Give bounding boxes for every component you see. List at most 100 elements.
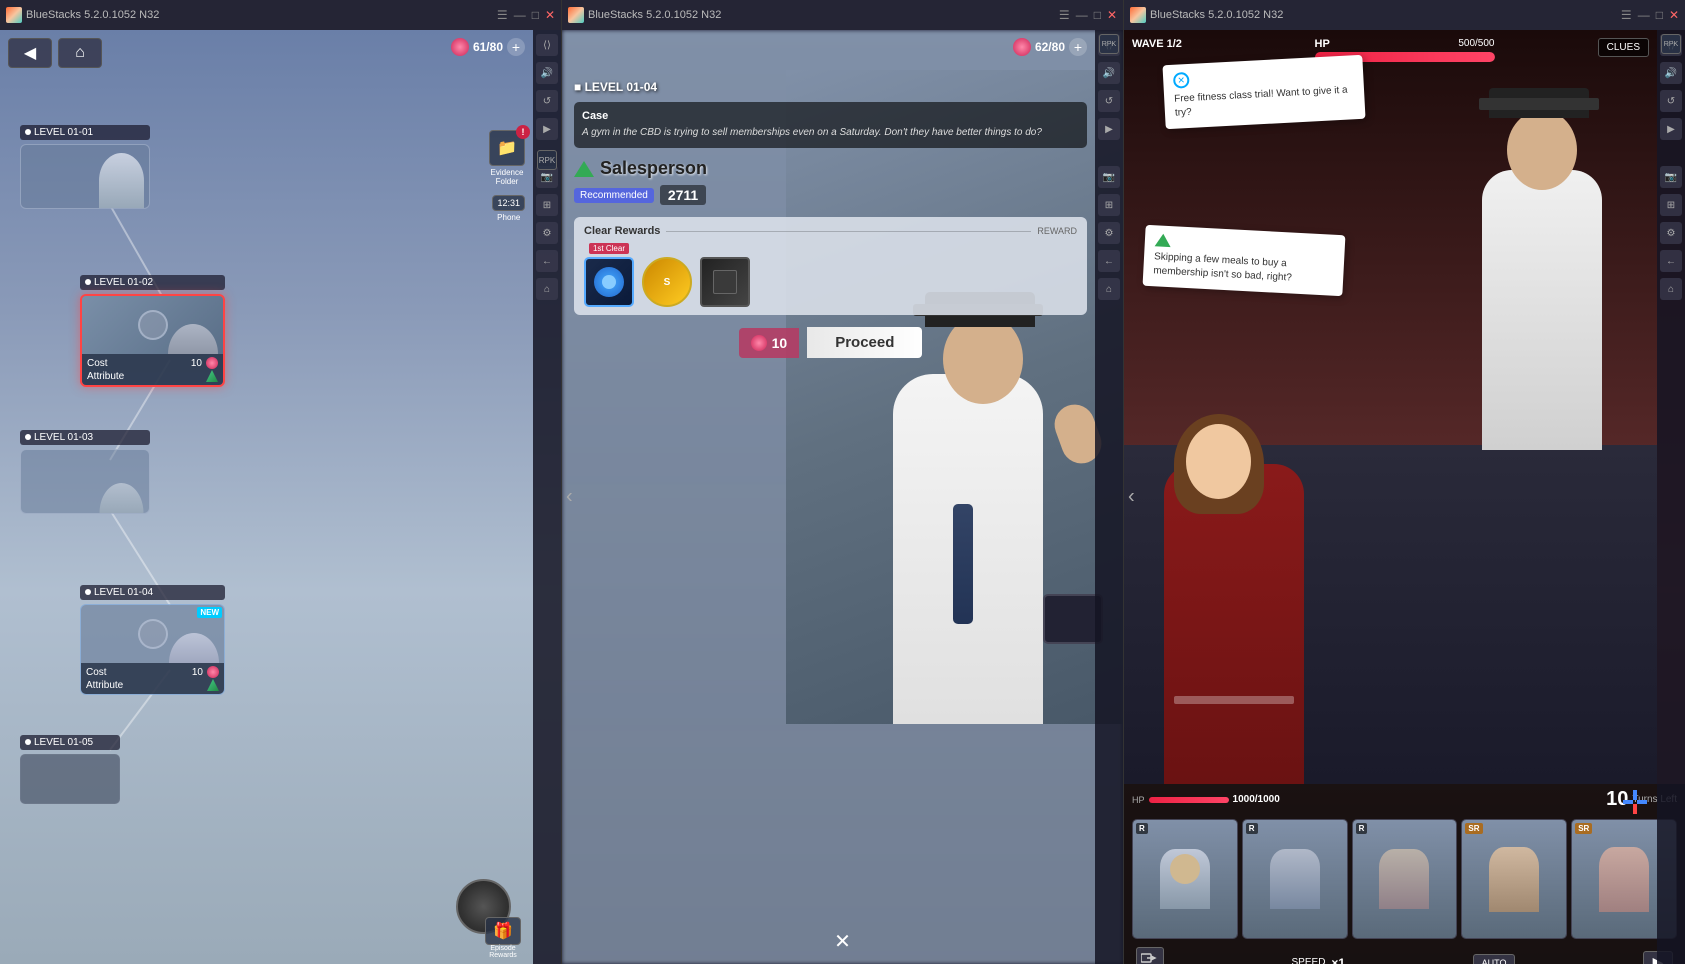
- side-tool-arrows[interactable]: ⟨⟩: [536, 34, 558, 56]
- phone-button[interactable]: 12:31 Phone: [492, 195, 525, 222]
- battle-card-2[interactable]: R: [1242, 819, 1348, 939]
- panel3-minimize-icon[interactable]: —: [1638, 8, 1650, 22]
- speech-bubble-1: ✕ Free fitness class trial! Want to give…: [1162, 55, 1365, 129]
- rewards-items-row: 1st Clear S: [584, 243, 1077, 307]
- char-name: Salesperson: [600, 158, 707, 179]
- proceed-row: 10 Proceed: [574, 327, 1087, 358]
- panel3-maximize-icon[interactable]: □: [1656, 8, 1663, 22]
- panel2-detail-card: ■ LEVEL 01-04 Case A gym in the CBD is t…: [574, 80, 1087, 358]
- panel2-maximize-icon[interactable]: □: [1094, 8, 1101, 22]
- p3-tool-home[interactable]: ⌂: [1660, 278, 1682, 300]
- panel3-menu-icon[interactable]: ☰: [1621, 8, 1632, 22]
- battle-card-4[interactable]: SR: [1461, 819, 1567, 939]
- speed-value: ×1: [1331, 956, 1345, 964]
- level-01-01-node[interactable]: LEVEL 01-01: [20, 125, 150, 209]
- exit-button[interactable]: EXIT: [1136, 947, 1164, 964]
- episode-rewards-icon: 🎁: [485, 917, 521, 945]
- panel2-viewport: 62/80 +: [562, 30, 1123, 964]
- episode-rewards-button[interactable]: 🎁 EpisodeRewards: [485, 917, 521, 959]
- p2-tool-home[interactable]: ⌂: [1098, 278, 1120, 300]
- evidence-folder-button[interactable]: ! 📁 Evidence Folder: [489, 130, 525, 186]
- panel1-minimize-icon[interactable]: —: [514, 8, 526, 22]
- folder-label: Evidence Folder: [491, 168, 524, 186]
- panel1-close-icon[interactable]: ✕: [545, 8, 555, 22]
- close-button[interactable]: ✕: [834, 929, 851, 954]
- clues-panel: CLUES: [1598, 38, 1649, 57]
- p3-tool-sound[interactable]: 🔊: [1660, 62, 1682, 84]
- p2-tool-settings[interactable]: ⚙: [1098, 222, 1120, 244]
- battle-scene: ✕ Free fitness class trial! Want to give…: [1124, 30, 1657, 784]
- side-tool-sound[interactable]: 🔊: [536, 62, 558, 84]
- back-button[interactable]: ◀: [8, 38, 52, 68]
- proceed-cost-icon: [751, 335, 767, 351]
- gold-coin-item: S: [642, 257, 692, 307]
- card5-rank: SR: [1575, 823, 1592, 834]
- level-01-03-node[interactable]: LEVEL 01-03: [20, 430, 150, 514]
- p2-tool-play[interactable]: ▶: [1098, 118, 1120, 140]
- side-tool-play[interactable]: ▶: [536, 118, 558, 140]
- p2-tool-rpm[interactable]: RPK: [1099, 34, 1119, 54]
- p3-tool-settings[interactable]: ⚙: [1660, 222, 1682, 244]
- case-text: A gym in the CBD is trying to sell membe…: [582, 126, 1079, 140]
- side-tool-settings[interactable]: ⚙: [536, 222, 558, 244]
- level-01-05-node[interactable]: LEVEL 01-05: [20, 735, 120, 804]
- p2-tool-layers[interactable]: ⊞: [1098, 194, 1120, 216]
- energy-plus-button[interactable]: +: [507, 38, 525, 56]
- panel2-nav-left[interactable]: ‹: [566, 486, 573, 509]
- side-tool-rpm[interactable]: RPK: [537, 150, 557, 170]
- p3-tool-back[interactable]: ←: [1660, 250, 1682, 272]
- proceed-button[interactable]: Proceed: [807, 327, 922, 358]
- panel2-menu-icon[interactable]: ☰: [1059, 8, 1070, 22]
- home-button[interactable]: ⌂: [58, 38, 102, 68]
- panel1-maximize-icon[interactable]: □: [532, 8, 539, 22]
- energy-value: 61/80: [473, 40, 503, 54]
- p3-tool-play[interactable]: ▶: [1660, 118, 1682, 140]
- recommended-num: 2711: [660, 185, 706, 205]
- panel3-viewport: ✕ Free fitness class trial! Want to give…: [1124, 30, 1685, 964]
- side-tool-refresh[interactable]: ↺: [536, 90, 558, 112]
- p3-tool-rpm[interactable]: RPK: [1661, 34, 1681, 54]
- battle-enemy-figure: [1467, 70, 1627, 450]
- side-tool-home-mini[interactable]: ⌂: [536, 278, 558, 300]
- clear-rewards-title: Clear Rewards: [584, 225, 660, 237]
- p2-tool-camera[interactable]: 📷: [1098, 166, 1120, 188]
- card2-rank: R: [1246, 823, 1258, 834]
- exit-icon: [1136, 947, 1164, 964]
- episode-rewards-label: EpisodeRewards: [489, 945, 517, 959]
- bubble1-text: Free fitness class trial! Want to give i…: [1174, 83, 1355, 120]
- panel2-titlebar: BlueStacks 5.2.0.1052 N32 ☰ — □ ✕: [562, 0, 1123, 30]
- panel2-title: BlueStacks 5.2.0.1052 N32: [588, 9, 721, 21]
- level-01-05-label: LEVEL 01-05: [20, 735, 120, 750]
- panel3-nav-left[interactable]: ‹: [1128, 486, 1135, 509]
- panel2-minimize-icon[interactable]: —: [1076, 8, 1088, 22]
- panel2-close-icon[interactable]: ✕: [1107, 8, 1117, 22]
- p3-tool-camera[interactable]: 📷: [1660, 166, 1682, 188]
- p2-tool-refresh[interactable]: ↺: [1098, 90, 1120, 112]
- battle-status-row: HP 1000/1000 10 Turns Left: [1124, 784, 1685, 815]
- p3-tool-refresh[interactable]: ↺: [1660, 90, 1682, 112]
- level-01-04-node[interactable]: LEVEL 01-04 NEW Cost 10: [80, 585, 225, 695]
- bubble2-icon: [1155, 233, 1172, 247]
- p3-tool-layers[interactable]: ⊞: [1660, 194, 1682, 216]
- energy-icon: [451, 38, 469, 56]
- battle-card-3[interactable]: R: [1352, 819, 1458, 939]
- panel1-title: BlueStacks 5.2.0.1052 N32: [26, 9, 159, 21]
- direction-indicator: [1621, 788, 1649, 816]
- p2-tool-sound[interactable]: 🔊: [1098, 62, 1120, 84]
- side-tool-back[interactable]: ←: [536, 250, 558, 272]
- level-01-02-node[interactable]: LEVEL 01-02 Cost 10: [80, 275, 225, 387]
- speed-label: SPEED: [1292, 957, 1326, 964]
- enemy-hp-bar: [1149, 797, 1229, 803]
- p2-tool-back[interactable]: ←: [1098, 250, 1120, 272]
- card1-art: [1133, 820, 1237, 938]
- panel2-energy-plus[interactable]: +: [1069, 38, 1087, 56]
- auto-button[interactable]: AUTO: [1473, 954, 1516, 964]
- panel2-logo: [568, 7, 584, 23]
- battle-card-1[interactable]: R: [1132, 819, 1238, 939]
- side-tool-layers[interactable]: ⊞: [536, 194, 558, 216]
- panel3-logo: [1130, 7, 1146, 23]
- panel1-menu-icon[interactable]: ☰: [497, 8, 508, 22]
- gold-coin-reward: S: [642, 257, 692, 307]
- panel3-close-icon[interactable]: ✕: [1669, 8, 1679, 22]
- phone-time: 12:31: [492, 195, 525, 211]
